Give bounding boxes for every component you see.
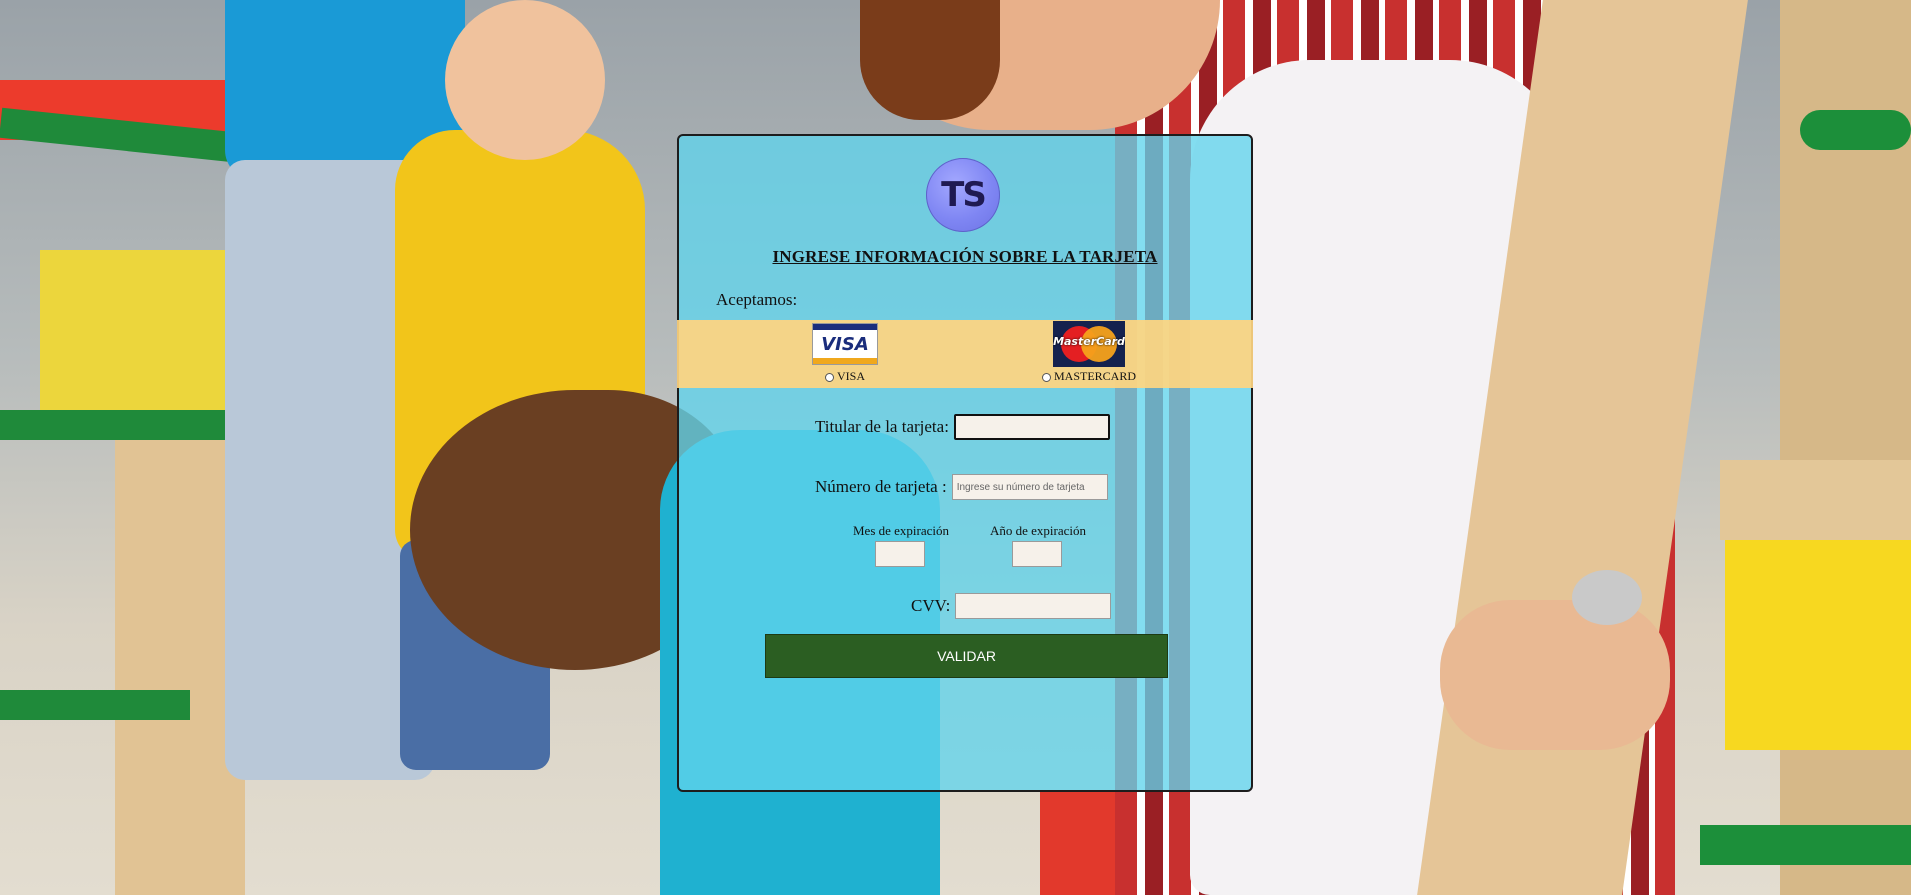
year-label: Año de expiración: [990, 523, 1087, 538]
visa-radio[interactable]: [824, 372, 834, 382]
accepted-cards-label: Aceptamos:: [716, 290, 798, 309]
visa-option[interactable]: VISA VISA: [812, 323, 878, 384]
cvv-label: CVV:: [911, 596, 951, 615]
month-input[interactable]: [875, 541, 925, 567]
holder-row: Titular de la tarjeta:: [815, 414, 1110, 440]
number-label: Número de tarjeta :: [815, 477, 947, 496]
year-input[interactable]: [1012, 541, 1062, 567]
mastercard-radio[interactable]: [1042, 372, 1051, 382]
cvv-row: CVV:: [911, 593, 1112, 619]
payment-card-form: TS INGRESE INFORMACIÓN SOBRE LA TARJETA …: [677, 134, 1253, 792]
month-label: Mes de expiración: [853, 523, 950, 538]
holder-label: Titular de la tarjeta:: [815, 417, 949, 436]
card-number-input[interactable]: Ingrese su número de tarjeta: [951, 474, 1108, 500]
visa-logo: VISA: [812, 323, 878, 365]
card-type-strip: VISA VISA MasterCard MASTERCARD: [677, 320, 1253, 388]
ts-logo: TS: [926, 158, 1000, 232]
validate-button[interactable]: VALIDAR: [765, 634, 1168, 678]
form-title: INGRESE INFORMACIÓN SOBRE LA TARJETA: [772, 247, 1158, 266]
number-row: Número de tarjeta : Ingrese su número de…: [815, 474, 1108, 500]
cvv-input[interactable]: [955, 593, 1112, 619]
holder-input[interactable]: [953, 414, 1110, 440]
mastercard-logo: MasterCard: [1053, 321, 1125, 367]
mastercard-option[interactable]: MasterCard MASTERCARD: [1042, 321, 1136, 384]
visa-label: VISA: [836, 369, 865, 383]
mastercard-label: MASTERCARD: [1054, 369, 1137, 383]
